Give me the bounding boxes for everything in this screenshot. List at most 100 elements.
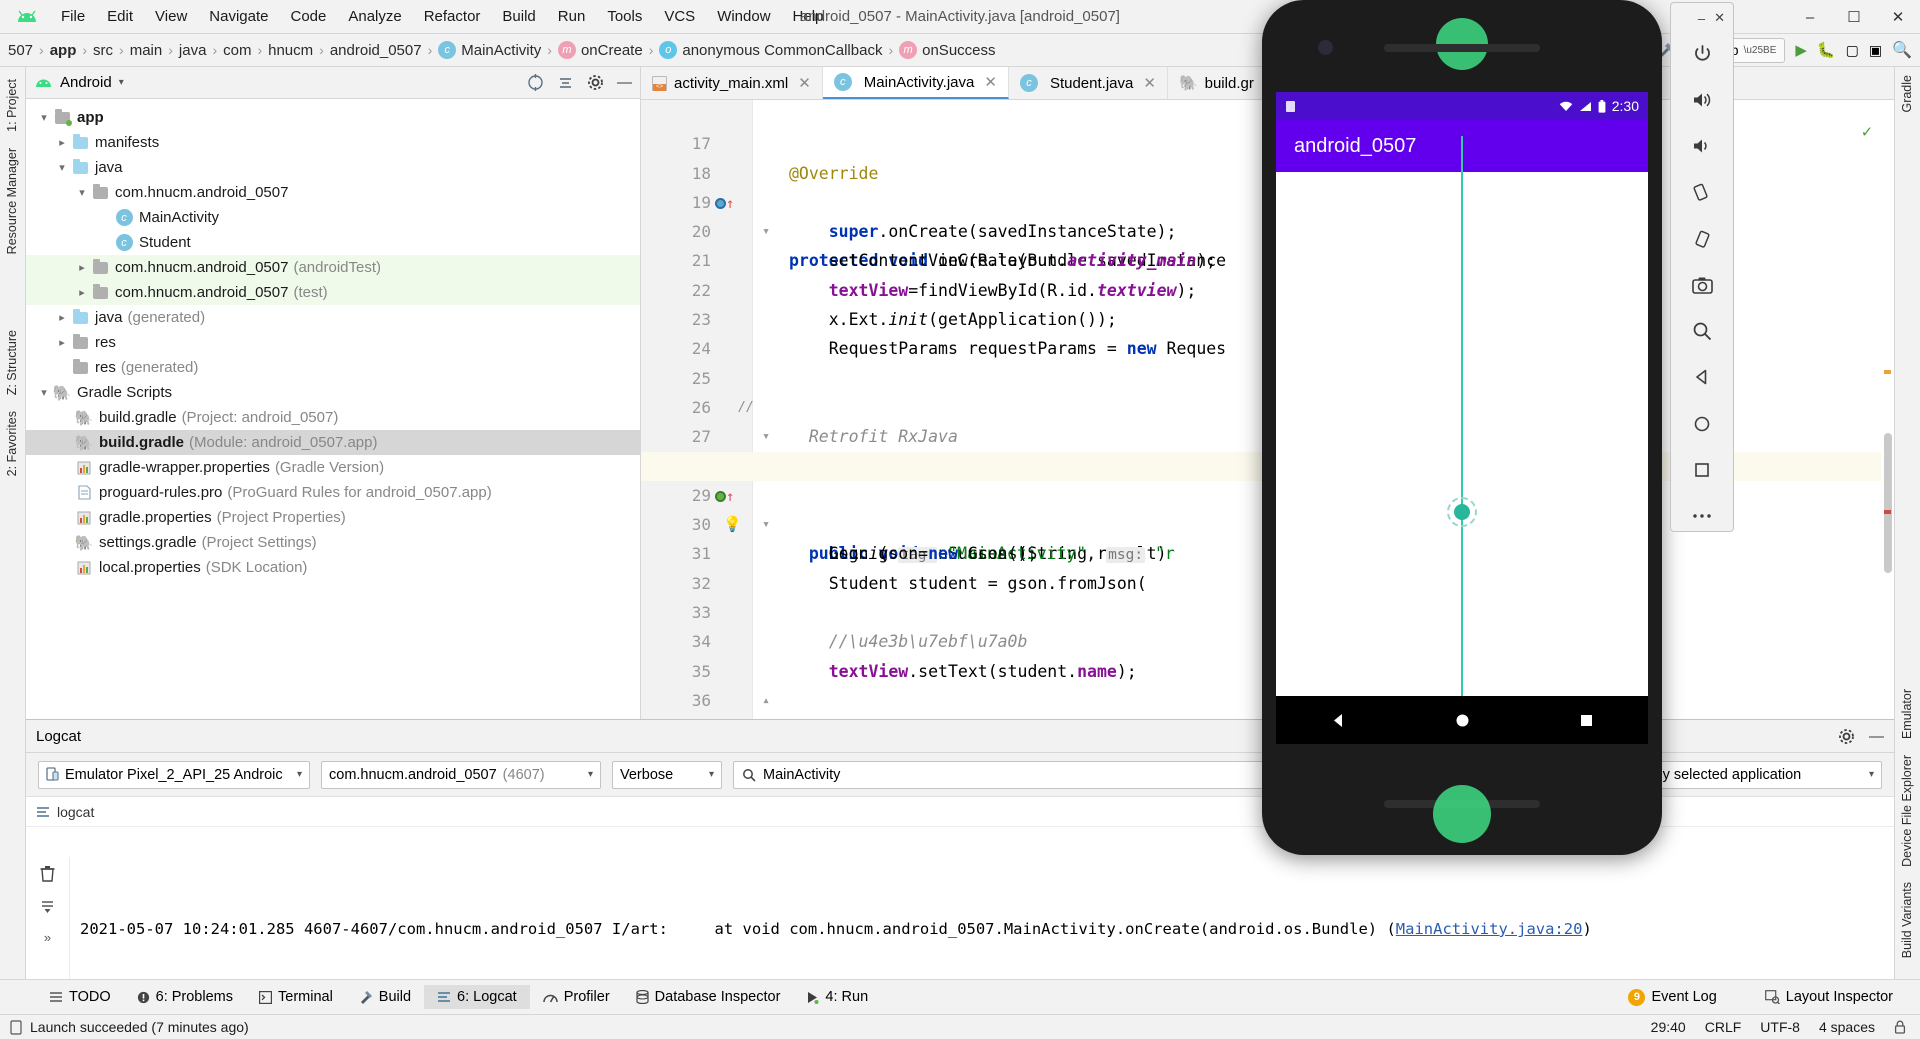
menu-navigate[interactable]: Navigate <box>198 4 279 29</box>
logcat-source-link[interactable]: MainActivity.java:20 <box>1396 920 1583 938</box>
breadcrumb-item-com[interactable]: com <box>223 42 251 59</box>
hide-panel-icon[interactable]: — <box>617 74 632 91</box>
window-close-button[interactable]: ✕ <box>1876 0 1920 34</box>
clear-all-icon[interactable] <box>39 865 56 883</box>
chevron-down-icon[interactable]: ▾ <box>74 186 90 199</box>
target-icon[interactable] <box>527 74 544 91</box>
sidebar-tab-resource-manager[interactable]: Resource Manager <box>0 140 24 262</box>
chevron-right-icon[interactable]: ▸ <box>54 136 70 149</box>
tree-node-gradle-wrapper-properties[interactable]: gradle-wrapper.properties (Gradle Versio… <box>26 455 640 480</box>
breadcrumb-item-main[interactable]: main <box>130 42 163 59</box>
tab-build-gradle[interactable]: 🐘 build.gr <box>1168 67 1266 99</box>
sidebar-tab-project[interactable]: 1: Project <box>0 71 24 140</box>
tree-node-androidtest[interactable]: ▸ com.hnucm.android_0507 (androidTest) <box>26 255 640 280</box>
file-encoding[interactable]: UTF-8 <box>1760 1019 1800 1035</box>
menu-window[interactable]: Window <box>706 4 781 29</box>
scroll-to-end-icon[interactable] <box>40 899 55 914</box>
tree-node-proguard-rules[interactable]: proguard-rules.pro (ProGuard Rules for a… <box>26 480 640 505</box>
power-icon[interactable] <box>1685 39 1719 68</box>
back-triangle-icon[interactable] <box>1329 711 1348 730</box>
more-icon[interactable] <box>1685 502 1719 531</box>
bottom-tab-terminal[interactable]: Terminal <box>246 985 346 1009</box>
run-button[interactable]: ▶ <box>1795 41 1807 59</box>
tree-node-gradle-scripts[interactable]: ▾ 🐘 Gradle Scripts <box>26 380 640 405</box>
emulator-screen[interactable]: 2:30 android_0507 <box>1276 92 1648 744</box>
tree-node-app[interactable]: ▾ app <box>26 105 640 130</box>
chevron-down-icon[interactable]: ▾ <box>289 769 302 780</box>
sidebar-tab-structure[interactable]: Z: Structure <box>0 322 24 403</box>
close-icon[interactable]: ✕ <box>798 74 811 92</box>
bottom-tab-build[interactable]: Build <box>346 985 424 1009</box>
menu-refactor[interactable]: Refactor <box>413 4 492 29</box>
screenshot-camera-icon[interactable] <box>1685 270 1719 299</box>
tree-node-test[interactable]: ▸ com.hnucm.android_0507 (test) <box>26 280 640 305</box>
emulator-minimize-button[interactable]: – <box>1698 11 1705 26</box>
tab-student-java[interactable]: c Student.java ✕ <box>1009 67 1168 99</box>
menu-run[interactable]: Run <box>547 4 597 29</box>
chevron-right-icon[interactable]: ▸ <box>54 311 70 324</box>
menu-view[interactable]: View <box>144 4 198 29</box>
back-icon[interactable] <box>1685 363 1719 392</box>
logcat-subtab-label[interactable]: logcat <box>57 804 94 820</box>
tree-node-mainactivity[interactable]: ▸ c MainActivity <box>26 205 640 230</box>
logcat-filter-selector[interactable]: Only selected application ▾ <box>1632 760 1882 789</box>
settings-gear-icon[interactable] <box>1838 728 1855 745</box>
rotate-left-icon[interactable] <box>1685 178 1719 207</box>
search-everywhere-icon[interactable]: 🔍 <box>1892 40 1912 60</box>
close-icon[interactable]: ✕ <box>984 73 997 91</box>
tree-node-gradle-properties[interactable]: gradle.properties (Project Properties) <box>26 505 640 530</box>
breadcrumb-item-app[interactable]: app <box>50 42 77 59</box>
chevron-down-icon[interactable]: ▾ <box>1861 769 1874 780</box>
log-level-selector[interactable]: Verbose ▾ <box>612 760 722 789</box>
tree-node-manifests[interactable]: ▸ manifests <box>26 130 640 155</box>
tree-node-java-generated[interactable]: ▸ java (generated) <box>26 305 640 330</box>
logcat-output[interactable]: 2021-05-07 10:24:01.285 4607-4607/com.hn… <box>70 857 1894 979</box>
volume-up-icon[interactable] <box>1685 85 1719 114</box>
bottom-tab-layout-inspector[interactable]: Layout Inspector <box>1752 985 1906 1009</box>
tree-node-student[interactable]: ▸ c Student <box>26 230 640 255</box>
sidebar-tab-emulator[interactable]: Emulator <box>1895 681 1919 747</box>
chevron-down-icon[interactable]: ▾ <box>580 769 593 780</box>
bottom-tab-event-log[interactable]: 9 Event Log <box>1615 985 1729 1010</box>
menu-build[interactable]: Build <box>491 4 546 29</box>
sidebar-tab-gradle[interactable]: Gradle <box>1895 67 1919 121</box>
chevron-right-icon[interactable]: ▸ <box>74 286 90 299</box>
tree-node-package[interactable]: ▾ com.hnucm.android_0507 <box>26 180 640 205</box>
tab-mainactivity-java[interactable]: c MainActivity.java ✕ <box>822 67 1009 99</box>
line-separator[interactable]: CRLF <box>1705 1019 1742 1035</box>
tab-activity-main-xml[interactable]: activity_main.xml ✕ <box>641 67 823 99</box>
breadcrumb-item-507[interactable]: 507 <box>8 42 33 59</box>
close-icon[interactable]: ✕ <box>1143 74 1156 92</box>
chevron-right-icon[interactable]: ▸ <box>54 336 70 349</box>
breadcrumb-item-java[interactable]: java <box>179 42 207 59</box>
editor-warning-marker[interactable] <box>1884 370 1891 374</box>
sdk-manager-icon[interactable]: ▣ <box>1869 42 1882 59</box>
bottom-tab-todo[interactable]: TODO <box>36 985 124 1009</box>
device-selector[interactable]: Emulator Pixel_2_API_25 Androic ▾ <box>38 760 310 789</box>
tree-node-build-gradle-module[interactable]: 🐘 build.gradle (Module: android_0507.app… <box>26 430 640 455</box>
minimize-icon[interactable]: — <box>1869 728 1884 745</box>
debug-button[interactable]: 🐛 <box>1817 41 1836 59</box>
editor-error-marker[interactable] <box>1884 510 1891 514</box>
breadcrumb-item-anonymous-callback[interactable]: o anonymous CommonCallback <box>659 41 882 59</box>
zoom-icon[interactable] <box>1685 317 1719 346</box>
tree-node-res-generated[interactable]: ▸ res (generated) <box>26 355 640 380</box>
bottom-tab-database-inspector[interactable]: Database Inspector <box>623 985 794 1009</box>
volume-down-icon[interactable] <box>1685 132 1719 161</box>
menu-help[interactable]: Help <box>782 4 835 29</box>
menu-tools[interactable]: Tools <box>596 4 653 29</box>
home-icon[interactable] <box>1685 409 1719 438</box>
sidebar-tab-build-variants[interactable]: Build Variants <box>1895 874 1919 966</box>
expand-icon[interactable]: » <box>44 930 51 945</box>
sidebar-tab-favorites[interactable]: 2: Favorites <box>0 403 24 484</box>
menu-file[interactable]: File <box>50 4 96 29</box>
process-selector[interactable]: com.hnucm.android_0507 (4607) ▾ <box>321 760 601 789</box>
caret-position[interactable]: 29:40 <box>1651 1019 1686 1035</box>
menu-analyze[interactable]: Analyze <box>337 4 412 29</box>
emulator-close-button[interactable]: ✕ <box>1714 10 1725 26</box>
scrollbar-thumb[interactable] <box>1884 433 1892 573</box>
chevron-down-icon[interactable]: ▾ <box>36 111 52 124</box>
window-minimize-button[interactable]: – <box>1788 0 1832 34</box>
breadcrumb-item-package[interactable]: android_0507 <box>330 42 422 59</box>
tree-node-java[interactable]: ▾ java <box>26 155 640 180</box>
